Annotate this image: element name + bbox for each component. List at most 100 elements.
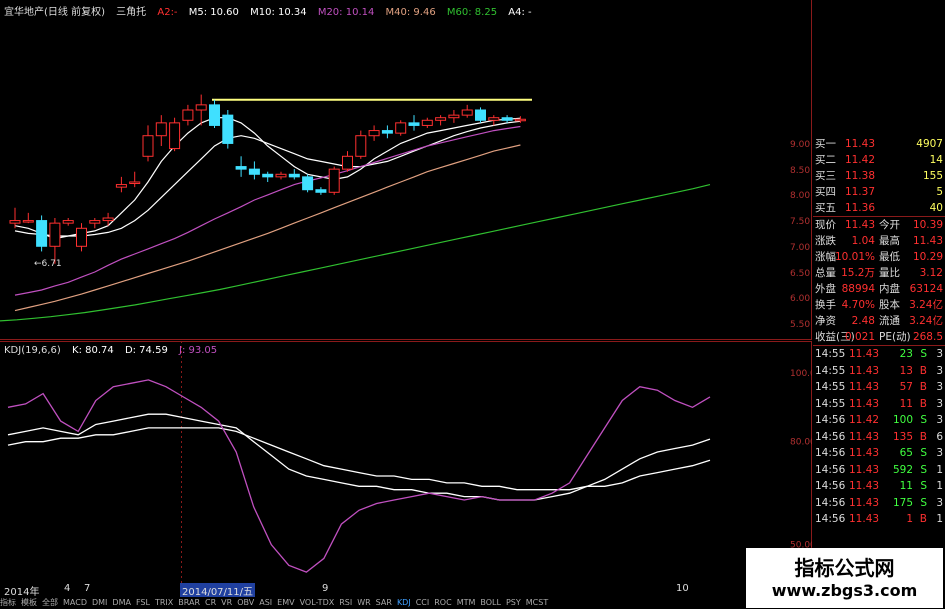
tab-rsi[interactable]: RSI [339, 598, 352, 607]
tab-macd[interactable]: MACD [63, 598, 87, 607]
bid-price: 11.42 [844, 154, 875, 166]
tab-boll[interactable]: BOLL [480, 598, 501, 607]
tick-price: 11.43 [849, 430, 880, 443]
candle-body [461, 109, 473, 116]
low-price-marker: ←6.71 [34, 259, 62, 269]
tab-brar[interactable]: BRAR [178, 598, 200, 607]
stat-row: 涨幅 10.01% 最低 10.29 [813, 249, 945, 265]
tab-asi[interactable]: ASI [259, 598, 272, 607]
tick-count: 3 [936, 348, 943, 360]
price-tick-label: 8.50 [790, 165, 811, 176]
tab-cr[interactable]: CR [205, 598, 216, 607]
tab-trix[interactable]: TRIX [155, 598, 173, 607]
stat-label: 涨幅 [815, 251, 836, 263]
bid-label: 买二 [815, 154, 836, 166]
date-label: 7 [84, 583, 91, 594]
kdj-line-d [7, 427, 711, 491]
tick-side: S [920, 414, 927, 426]
bid-price: 11.37 [844, 186, 875, 198]
tick-side: B [919, 397, 927, 410]
price-tick-label: 9.00 [790, 140, 811, 150]
tick-row: 14:55 11.43 11 B 3 [813, 396, 945, 413]
tick-side: S [920, 463, 927, 476]
tick-side: B [919, 513, 927, 525]
stat-value: 0.021 [844, 331, 875, 343]
stat-label: 总量 [815, 267, 836, 279]
tab-vr[interactable]: VR [221, 598, 232, 607]
stat-value: 63124 [909, 283, 943, 295]
candle-body [275, 173, 287, 178]
tab-wr[interactable]: WR [357, 598, 370, 607]
tab-vol-tdx[interactable]: VOL-TDX [300, 598, 335, 607]
tab-指标[interactable]: 指标 [0, 598, 16, 607]
tick-row: 14:56 11.43 1 B 1 [813, 511, 945, 528]
tab-kdj[interactable]: KDJ [397, 598, 411, 607]
candle-body [262, 173, 274, 178]
stat-value: 10.01% [834, 251, 875, 263]
price-chart[interactable]: ←6.71 [0, 0, 812, 340]
tick-time: 14:56 [815, 463, 846, 476]
tab-mtm[interactable]: MTM [457, 598, 476, 607]
stat-value: 88994 [841, 283, 875, 295]
candle-body [328, 168, 340, 193]
tab-roc[interactable]: ROC [434, 598, 451, 607]
tick-time: 14:55 [815, 348, 846, 360]
tick-price: 11.43 [849, 381, 880, 393]
tick-price: 11.42 [849, 414, 880, 426]
tab-cci[interactable]: CCI [416, 598, 430, 607]
bid-price: 11.43 [844, 138, 875, 150]
stat-label: 涨跌 [815, 235, 836, 247]
tick-volume: 57 [899, 381, 913, 393]
price-tick-label: 7.00 [790, 242, 811, 253]
site-watermark: 指标公式网 www.zbgs3.com [746, 548, 943, 608]
tick-price: 11.43 [849, 463, 880, 476]
stat-label: 最低 [879, 251, 900, 263]
stat-value: 10.39 [912, 219, 943, 231]
stat-label: 现价 [815, 219, 836, 231]
tick-volume: 175 [892, 496, 913, 509]
tick-volume: 11 [899, 397, 913, 410]
stat-row: 涨跌 1.04 最高 11.43 [813, 233, 945, 249]
candle-body [89, 220, 101, 224]
stat-label: 换手 [815, 299, 836, 311]
tab-模板[interactable]: 模板 [21, 598, 37, 607]
tab-mcst[interactable]: MCST [526, 598, 548, 607]
kdj-chart[interactable]: 100.0080.0050.00 [0, 341, 812, 583]
price-tick-label: 5.50 [790, 320, 811, 330]
candle-body [182, 109, 194, 121]
candle-body [501, 117, 513, 121]
tab-psy[interactable]: PSY [506, 598, 521, 607]
stat-value: 3.12 [919, 267, 943, 279]
tab-fsl[interactable]: FSL [136, 598, 150, 607]
tick-row: 14:56 11.43 175 S 3 [813, 495, 945, 512]
candle-body [514, 118, 526, 122]
ma-line-m60 [0, 184, 711, 322]
tab-dma[interactable]: DMA [112, 598, 131, 607]
tick-time: 14:56 [815, 496, 846, 509]
tick-count: 3 [936, 364, 943, 377]
stat-value: 1.04 [851, 235, 875, 247]
candle-body [169, 122, 181, 150]
candle-body [395, 122, 407, 134]
stat-value: 268.5 [912, 331, 943, 343]
tick-time: 14:56 [815, 447, 846, 459]
tab-全部[interactable]: 全部 [42, 598, 58, 607]
tab-dmi[interactable]: DMI [92, 598, 107, 607]
price-tick-label: 6.00 [790, 294, 811, 305]
tick-volume: 65 [899, 447, 913, 459]
stat-row: 净资 2.48 流通 3.24亿 [813, 313, 945, 329]
tab-obv[interactable]: OBV [237, 598, 254, 607]
bid-volume: 14 [929, 154, 943, 166]
tab-sar[interactable]: SAR [376, 598, 392, 607]
tick-count: 3 [936, 414, 943, 426]
tick-price: 11.43 [849, 348, 880, 360]
tab-emv[interactable]: EMV [277, 598, 294, 607]
price-tick-label: 7.50 [790, 217, 811, 228]
price-tick-label: 8.00 [790, 191, 811, 202]
tick-count: 1 [936, 513, 943, 525]
candle-body [315, 189, 327, 193]
tick-time: 14:55 [815, 397, 846, 410]
candle-body [355, 135, 367, 157]
tick-volume: 592 [892, 463, 913, 476]
tick-row: 14:56 11.42 100 S 3 [813, 412, 945, 429]
